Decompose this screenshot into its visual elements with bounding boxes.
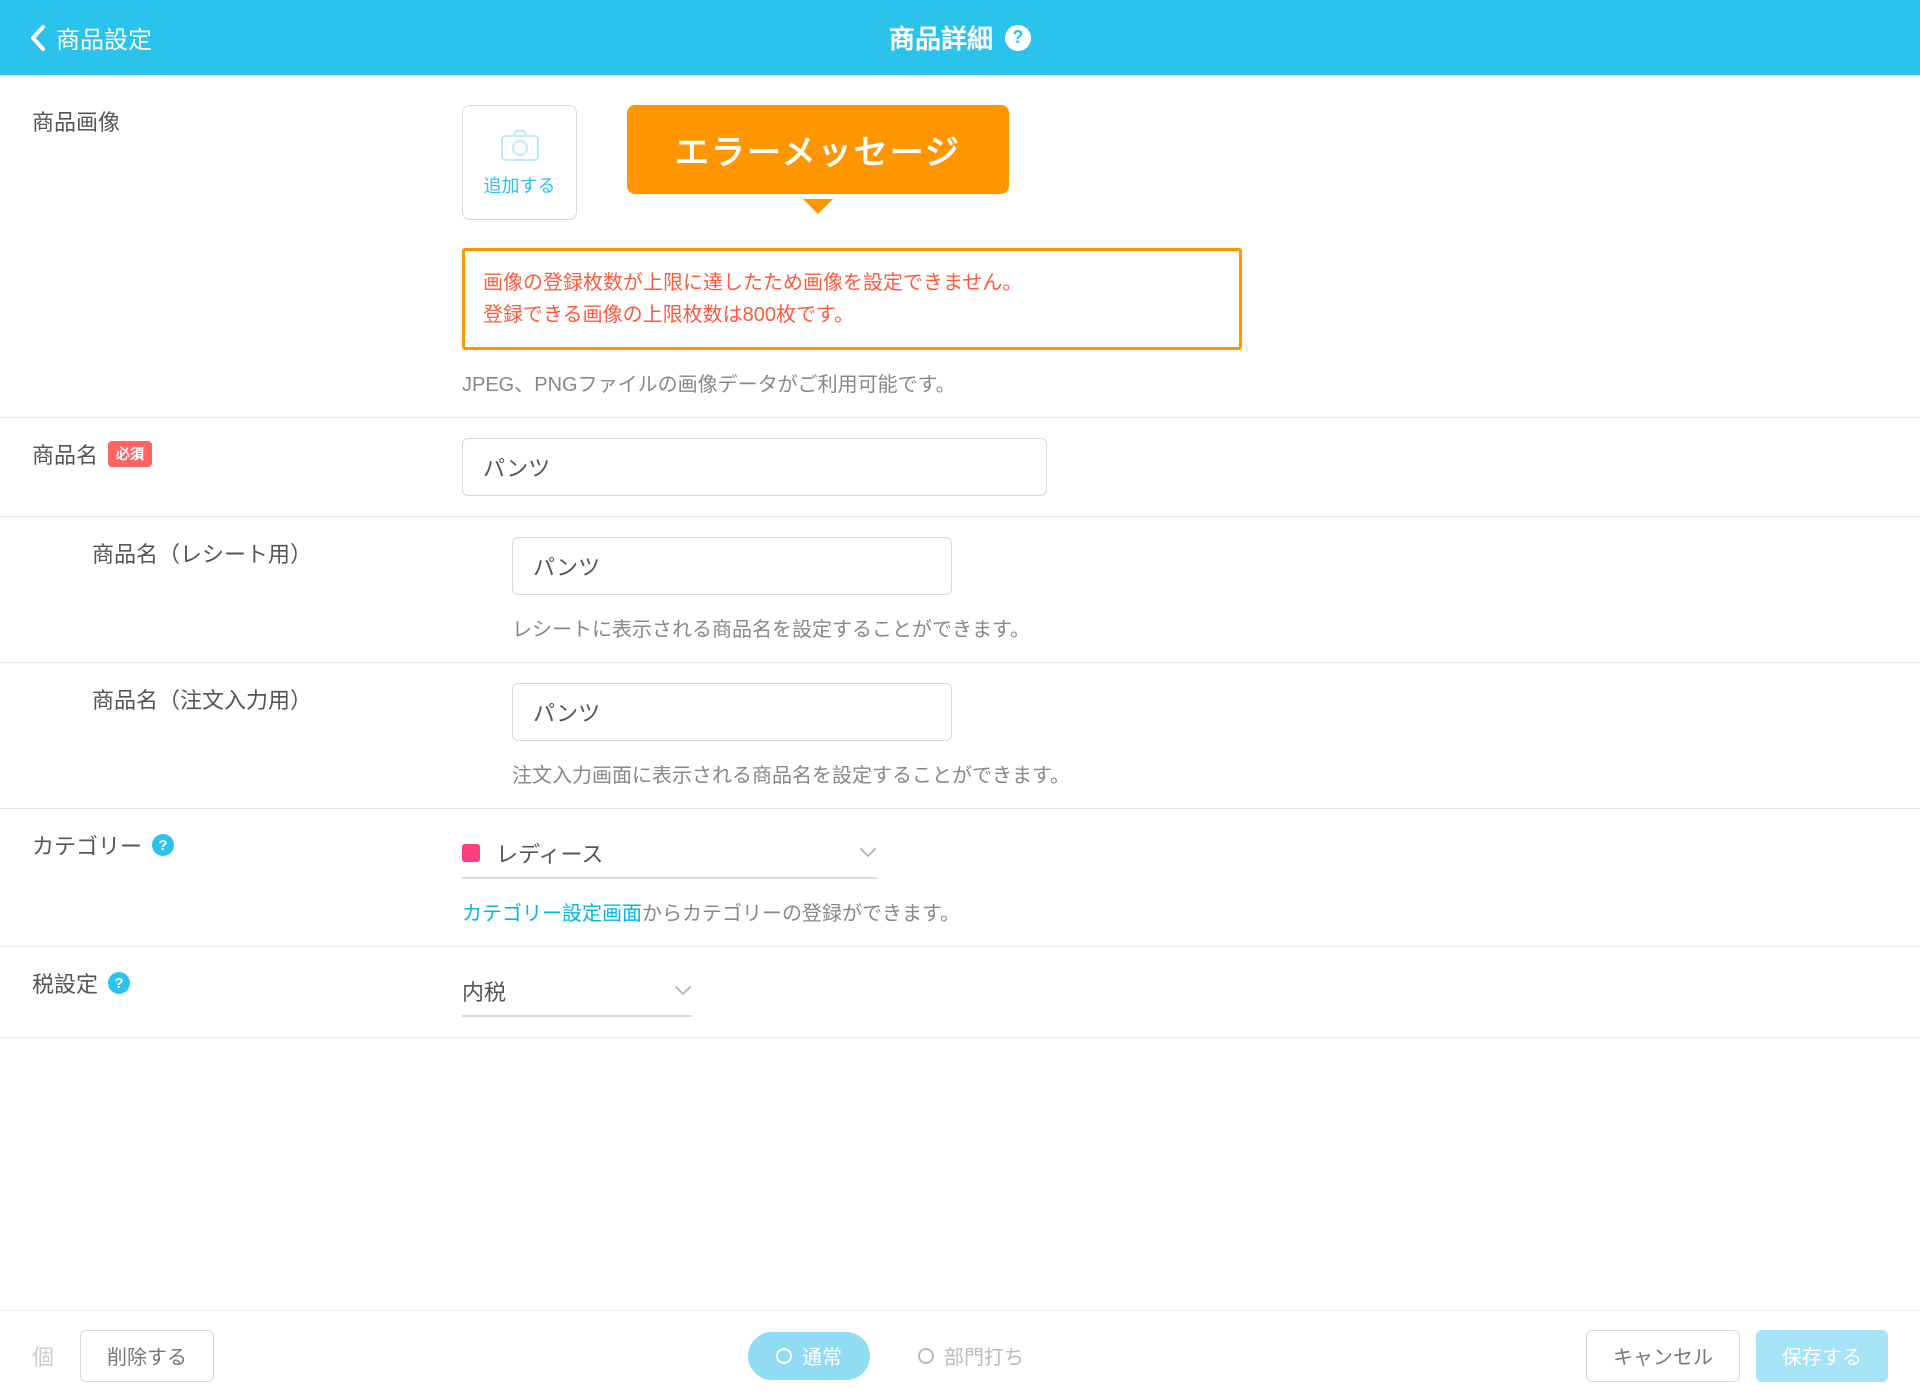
page-title: 商品詳細 xyxy=(889,19,993,56)
receipt-name-input[interactable] xyxy=(512,537,952,595)
order-name-input[interactable] xyxy=(512,683,952,741)
chevron-down-icon xyxy=(674,985,692,997)
category-color-chip xyxy=(462,844,480,862)
chevron-left-icon xyxy=(30,25,46,51)
help-icon[interactable]: ? xyxy=(108,972,130,994)
footer-bar: 個 削除する 通常 部門打ち キャンセル 保存する xyxy=(0,1310,1920,1400)
mode-dept-pill[interactable]: 部門打ち xyxy=(890,1332,1052,1380)
tax-value: 内税 xyxy=(462,975,506,1007)
error-message-box: 画像の登録枚数が上限に達したため画像を設定できません。 登録できる画像の上限枚数… xyxy=(462,248,1242,350)
label-order-name: 商品名（注文入力用） xyxy=(32,683,462,715)
required-badge: 必須 xyxy=(108,441,152,467)
error-line-2: 登録できる画像の上限枚数は800枚です。 xyxy=(483,299,1221,331)
delete-button[interactable]: 削除する xyxy=(80,1330,214,1382)
save-button[interactable]: 保存する xyxy=(1756,1330,1888,1382)
category-select[interactable]: レディース xyxy=(462,829,877,879)
mode-normal-pill[interactable]: 通常 xyxy=(748,1332,870,1380)
app-header: 商品設定 商品詳細 ? xyxy=(0,0,1920,75)
error-callout: エラーメッセージ xyxy=(627,105,1009,194)
label-receipt-name: 商品名（レシート用） xyxy=(32,537,462,569)
help-icon[interactable]: ? xyxy=(1005,25,1031,51)
label-product-image: 商品画像 xyxy=(32,105,462,137)
help-icon[interactable]: ? xyxy=(152,834,174,856)
image-hint: JPEG、PNGファイルの画像データがご利用可能です。 xyxy=(462,368,1888,397)
add-image-label: 追加する xyxy=(484,172,556,198)
error-line-1: 画像の登録枚数が上限に達したため画像を設定できません。 xyxy=(483,267,1221,299)
label-product-name: 商品名 xyxy=(32,438,98,470)
category-settings-link[interactable]: カテゴリー設定画面 xyxy=(462,903,642,925)
radio-icon xyxy=(776,1348,792,1364)
label-tax: 税設定 xyxy=(32,967,98,999)
receipt-name-hint: レシートに表示される商品名を設定することができます。 xyxy=(512,613,1888,642)
radio-icon xyxy=(918,1348,934,1364)
camera-icon xyxy=(500,128,540,162)
product-name-input[interactable] xyxy=(462,438,1047,496)
order-name-hint: 注文入力画面に表示される商品名を設定することができます。 xyxy=(512,759,1888,788)
cancel-button[interactable]: キャンセル xyxy=(1586,1330,1740,1382)
ghost-label: 個 xyxy=(32,1340,54,1372)
label-category: カテゴリー xyxy=(32,829,142,861)
category-value: レディース xyxy=(496,837,603,869)
back-label: 商品設定 xyxy=(56,20,152,55)
category-hint: カテゴリー設定画面からカテゴリーの登録ができます。 xyxy=(462,897,1888,926)
back-button[interactable]: 商品設定 xyxy=(30,20,152,55)
add-image-button[interactable]: 追加する xyxy=(462,105,577,220)
chevron-down-icon xyxy=(859,847,877,859)
tax-select[interactable]: 内税 xyxy=(462,967,692,1017)
